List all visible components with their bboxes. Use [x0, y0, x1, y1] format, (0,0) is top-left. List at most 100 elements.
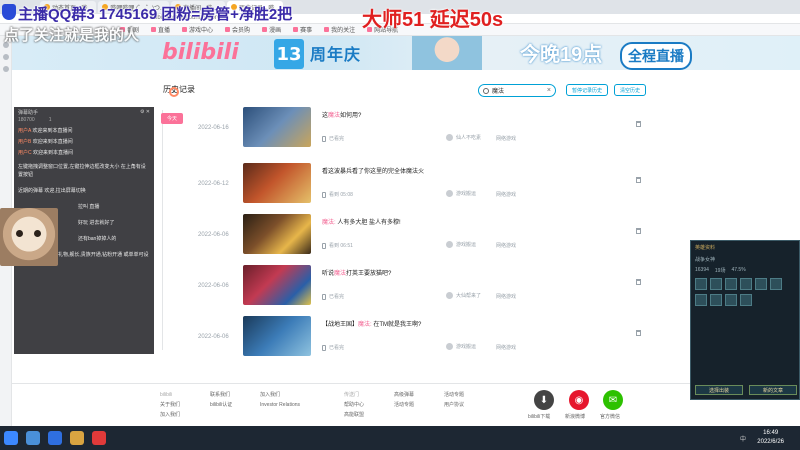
bookmark-item[interactable]: 漫画 [262, 25, 281, 34]
title-part: 【战地王国】 [322, 322, 359, 328]
bilibili-logo[interactable]: bilibili [162, 40, 239, 65]
delete-icon[interactable] [636, 279, 641, 285]
delete-icon[interactable] [636, 121, 641, 127]
footer-link[interactable]: 高级弹幕 [394, 390, 414, 400]
bookmark-icon [324, 27, 330, 32]
new-article-button[interactable]: 新的文章 [749, 385, 797, 395]
entry-date: 2022-06-06 [198, 283, 229, 289]
anniversary-text: 周年庆 [310, 47, 362, 64]
phone-icon [322, 242, 326, 249]
item-icon [770, 278, 782, 290]
history-entry[interactable]: 2022-06-06 【战地王国】魔法: 在TM就是我王啊? 已看完 游戏搬运 … [198, 316, 648, 364]
footer-link[interactable]: 用户协议 [444, 400, 464, 410]
hero-stat: 16394 [695, 267, 709, 273]
entry-title[interactable]: 魔法: 人有多大胆 盐人有多穆! [322, 217, 401, 226]
uploader-avatar [446, 241, 453, 248]
delete-icon[interactable] [636, 177, 641, 183]
ime-indicator[interactable]: 中 [740, 434, 746, 443]
clear-icon[interactable]: × [547, 87, 551, 94]
video-thumbnail[interactable] [243, 107, 311, 147]
video-thumbnail[interactable] [243, 163, 311, 203]
footer-link[interactable]: 加入我们 [260, 390, 300, 400]
bookmark-label: 直播 [158, 28, 171, 34]
item-icon [725, 278, 737, 290]
start-icon[interactable] [4, 431, 18, 445]
choose-build-button[interactable]: 选择出装 [695, 385, 743, 395]
item-icon [725, 294, 737, 306]
footer-link[interactable]: 关于我们 [160, 400, 180, 410]
phone-icon [322, 293, 326, 300]
clock-time: 16:49 [763, 430, 779, 436]
footer-link[interactable]: bilibili认证 [210, 400, 232, 410]
video-thumbnail[interactable] [243, 214, 311, 254]
title-part: 在TM就是我王啊? [371, 322, 422, 328]
history-entry[interactable]: 2022-06-12 看这波暴兵看了你这里的完全体魔法火 看到 05:08 游戏… [198, 163, 648, 211]
banner-live-badge[interactable]: 全程直播 [620, 42, 692, 70]
taskbar-app-icon[interactable] [70, 431, 84, 445]
entry-title[interactable]: 【战地王国】魔法: 在TM就是我王啊? [322, 319, 421, 328]
bookmark-item[interactable]: 我的关注 [324, 25, 355, 34]
pause-history-button[interactable]: 暂停记录历史 [566, 84, 609, 96]
site-footer: bilibili 关于我们 加入我们 联系我们 bilibili认证 加入我们 … [12, 383, 692, 426]
phone-icon [322, 344, 326, 351]
footer-column: 联系我们 bilibili认证 [210, 390, 232, 410]
footer-link[interactable]: 加入我们 [160, 410, 180, 420]
entry-title[interactable]: 听说魔法打英王要放猫吧? [322, 268, 391, 277]
history-entry[interactable]: 2022-06-16 这魔法如何用? 已看完 仙人不吃素 网络游戏 [198, 107, 648, 155]
entry-title[interactable]: 看这波暴兵看了你这里的完全体魔法火 [322, 166, 424, 175]
delete-icon[interactable] [636, 228, 641, 234]
footer-link[interactable]: 联系我们 [210, 390, 232, 400]
taskbar-app-icon[interactable] [26, 431, 40, 445]
uploader-name: 仙人不吃素 [456, 135, 482, 141]
entry-title[interactable]: 这魔法如何用? [322, 110, 361, 119]
video-thumbnail[interactable] [243, 265, 311, 305]
history-clock-icon [169, 87, 179, 97]
uploader-name: 大仙帮来了 [456, 293, 482, 299]
footer-link[interactable]: 帮助中心 [344, 400, 364, 410]
footer-link[interactable]: Investor Relations [260, 400, 300, 410]
history-entry[interactable]: 2022-06-06 魔法: 人有多大胆 盐人有多穆! 看到 06:51 游戏搬… [198, 214, 648, 262]
search-input[interactable]: 魔法 [492, 86, 544, 95]
footer-link[interactable]: 活动专题 [394, 400, 414, 410]
history-entry[interactable]: 2022-06-06 听说魔法打英王要放猫吧? 已看完 大仙帮来了 网络游戏 [198, 265, 648, 313]
progress-text: 看到 06:51 [329, 243, 353, 249]
entry-progress: 已看完 [322, 135, 344, 142]
bookmark-icon [182, 27, 188, 32]
entry-uploader[interactable]: 仙人不吃素 [446, 134, 481, 141]
entry-uploader[interactable]: 游戏搬运 [446, 343, 476, 350]
sidebar-download-icon[interactable] [2, 66, 9, 72]
entry-progress: 已看完 [322, 293, 344, 300]
taskbar-app-icon[interactable] [92, 431, 106, 445]
entry-uploader[interactable]: 游戏搬运 [446, 190, 476, 197]
bookmark-item[interactable]: 赛事 [293, 25, 312, 34]
timeline-line [162, 110, 163, 350]
footer-link[interactable]: 高能联盟 [344, 410, 364, 420]
bookmark-item[interactable]: 会员购 [225, 25, 250, 34]
item-icon [695, 294, 707, 306]
banner-tonight: 今晚19点 [520, 44, 603, 66]
footer-heading: bilibili [160, 392, 173, 398]
delete-icon[interactable] [636, 330, 641, 336]
bookmark-item[interactable]: 游戏中心 [182, 25, 213, 34]
clear-history-button[interactable]: 清空历史 [614, 84, 647, 96]
video-thumbnail[interactable] [243, 316, 311, 356]
footer-link[interactable]: 活动专题 [444, 390, 464, 400]
game-stats-overlay[interactable]: 英雄资料 战争女神 16394 19场 47.5% 选择出装 新的文章 [690, 240, 800, 400]
taskbar-app-icon[interactable] [48, 431, 62, 445]
banner-person-image [412, 36, 482, 70]
app-download-icon[interactable]: ⬇ [534, 390, 554, 410]
overlay-group-info: 主播QQ群3 1745169 团粉=房管+净胜2把 [18, 6, 293, 23]
wechat-icon[interactable]: ✉ [603, 390, 623, 410]
entry-uploader[interactable]: 游戏搬运 [446, 241, 476, 248]
entry-date: 2022-06-16 [198, 125, 229, 131]
entry-uploader[interactable]: 大仙帮来了 [446, 292, 481, 299]
phone-icon [322, 135, 326, 142]
settings-icon[interactable]: ⚙ ✕ [140, 109, 150, 115]
weibo-icon[interactable]: ◉ [569, 390, 589, 410]
chat-text: 欢迎来到本直播间 [32, 128, 73, 134]
bookmark-item[interactable]: 直播 [151, 25, 170, 34]
history-search[interactable]: 魔法 × [478, 84, 556, 97]
chat-line: 用户A 欢迎来到本直播间 [14, 126, 154, 137]
taskbar-clock[interactable]: 16:49 2022/6/26 [757, 429, 784, 447]
sidebar-history-icon[interactable] [2, 54, 9, 60]
